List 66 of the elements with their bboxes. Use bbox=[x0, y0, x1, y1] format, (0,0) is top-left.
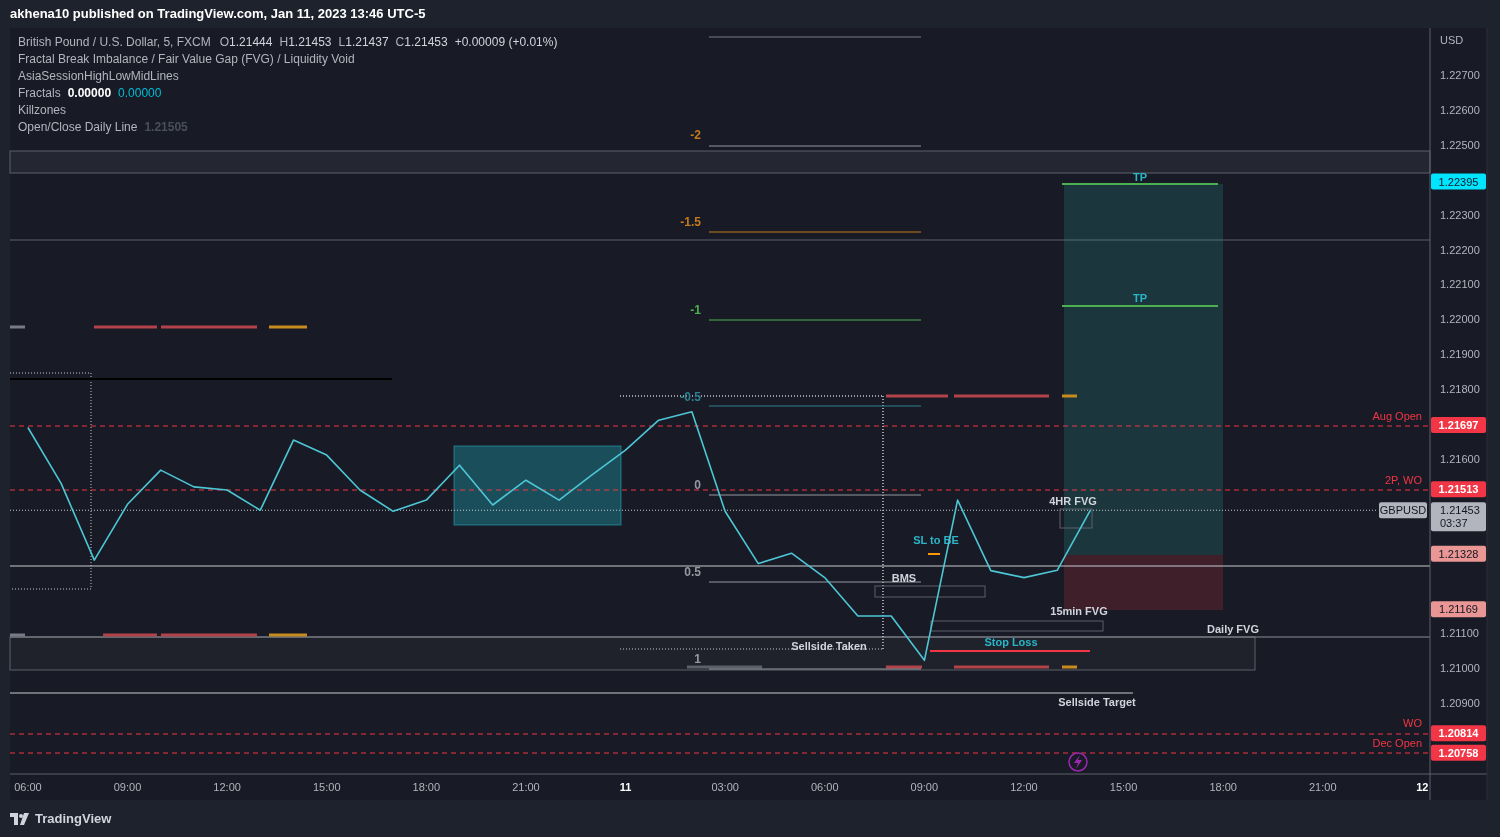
chart-label: 4HR FVG bbox=[1049, 495, 1097, 507]
chart-label: Stop Loss bbox=[984, 636, 1038, 648]
time-tick-label: 21:00 bbox=[1309, 781, 1337, 793]
brand-name: TradingView bbox=[35, 811, 112, 826]
time-tick-label: 09:00 bbox=[910, 781, 939, 793]
axis-unit-label: USD bbox=[1440, 34, 1464, 46]
price-tick-label: 1.22300 bbox=[1440, 208, 1480, 221]
breakeven-line bbox=[927, 553, 941, 555]
price-tick-label: 1.21800 bbox=[1440, 383, 1480, 396]
time-tick-label: 06:00 bbox=[14, 781, 42, 793]
price-tick-label: 1.20900 bbox=[1440, 697, 1480, 710]
chart-label: -0.5 bbox=[680, 390, 701, 404]
chart-label: Daily FVG bbox=[1207, 623, 1259, 635]
price-tick-label: 1.22500 bbox=[1440, 138, 1480, 151]
chart-label: Sellside Target bbox=[1058, 696, 1136, 708]
price-tick-label: 1.22700 bbox=[1440, 69, 1480, 82]
symbol-legend: British Pound / U.S. Dollar, 5, FXCM O1.21444 H1.21453 L1.21437 C1.21453 +0.00009 (+0.01%) bbox=[18, 35, 558, 49]
time-tick-label: 18:00 bbox=[412, 781, 441, 793]
symbol-badge: GBPUSD bbox=[1379, 502, 1427, 519]
chart-label: Dec Open bbox=[1372, 737, 1422, 749]
time-tick-label: 12:00 bbox=[1010, 781, 1038, 793]
time-tick-label: 21:00 bbox=[512, 781, 540, 793]
time-tick-label: 12 bbox=[1416, 781, 1429, 793]
time-tick-label: 11 bbox=[619, 781, 632, 793]
price-tick-label: 1.22100 bbox=[1440, 278, 1480, 291]
chart-label: BMS bbox=[891, 572, 917, 584]
price-tick-label: 1.21900 bbox=[1440, 348, 1480, 361]
price-tick-label: 1.22200 bbox=[1440, 243, 1480, 256]
price-badge: 1.21169 bbox=[1431, 601, 1486, 618]
chart-label: TP bbox=[1132, 171, 1148, 183]
indicator-legend: AsiaSessionHighLowMidLines bbox=[18, 69, 179, 83]
price-tick-label: 1.22600 bbox=[1440, 104, 1480, 116]
time-tick-label: 12:00 bbox=[213, 781, 241, 793]
time-tick-label: 18:00 bbox=[1209, 781, 1237, 793]
time-tick-label: 03:00 bbox=[711, 781, 739, 793]
price-badge: 1.21697 bbox=[1431, 417, 1486, 434]
time-tick-label: 15:00 bbox=[1109, 781, 1138, 793]
time-tick-label: 09:00 bbox=[113, 781, 142, 793]
price-tick-label: 1.22000 bbox=[1440, 313, 1480, 326]
chart-label: -1 bbox=[690, 303, 701, 317]
chart-label: 1 bbox=[694, 652, 701, 666]
chart-label: WO bbox=[1403, 717, 1422, 729]
logo-icon bbox=[10, 812, 30, 825]
chart-label: 0 bbox=[694, 478, 701, 492]
chart-label: Aug Open bbox=[1372, 410, 1422, 422]
chart-label: 2P, WO bbox=[1384, 474, 1422, 486]
chart-label: -2 bbox=[690, 128, 701, 142]
price-badge: 1.20814 bbox=[1431, 725, 1486, 742]
price-tick-label: 1.21100 bbox=[1440, 627, 1479, 640]
time-tick-label: 06:00 bbox=[811, 781, 839, 793]
indicator-legend: Fractals 0.00000 0.00000 bbox=[18, 86, 162, 100]
price-tick-label: 1.21000 bbox=[1440, 662, 1480, 675]
chart-label: Sellside Taken bbox=[791, 640, 867, 652]
publish-caption: akhena10 published on TradingView.com, Jan 11, 2023 13:46 UTC-5 bbox=[9, 5, 427, 23]
chart-label: 15min FVG bbox=[1050, 605, 1108, 617]
price-tick-label: 1.21600 bbox=[1440, 452, 1480, 465]
indicator-legend: Killzones bbox=[18, 103, 67, 117]
lightning-icon[interactable] bbox=[1068, 752, 1088, 772]
chart-label: -1.5 bbox=[680, 215, 701, 229]
chart-label: TP bbox=[1132, 292, 1148, 304]
price-badge: 1.21513 bbox=[1431, 481, 1486, 498]
time-tick-label: 15:00 bbox=[312, 781, 341, 793]
indicator-legend: Fractal Break Imbalance / Fair Value Gap (FVG) / Liquidity Void bbox=[18, 52, 355, 66]
chart-label: 0.5 bbox=[684, 565, 701, 579]
fvg-box bbox=[1059, 508, 1093, 529]
last-price-badge: 1.21453 03:37 bbox=[1431, 502, 1486, 532]
